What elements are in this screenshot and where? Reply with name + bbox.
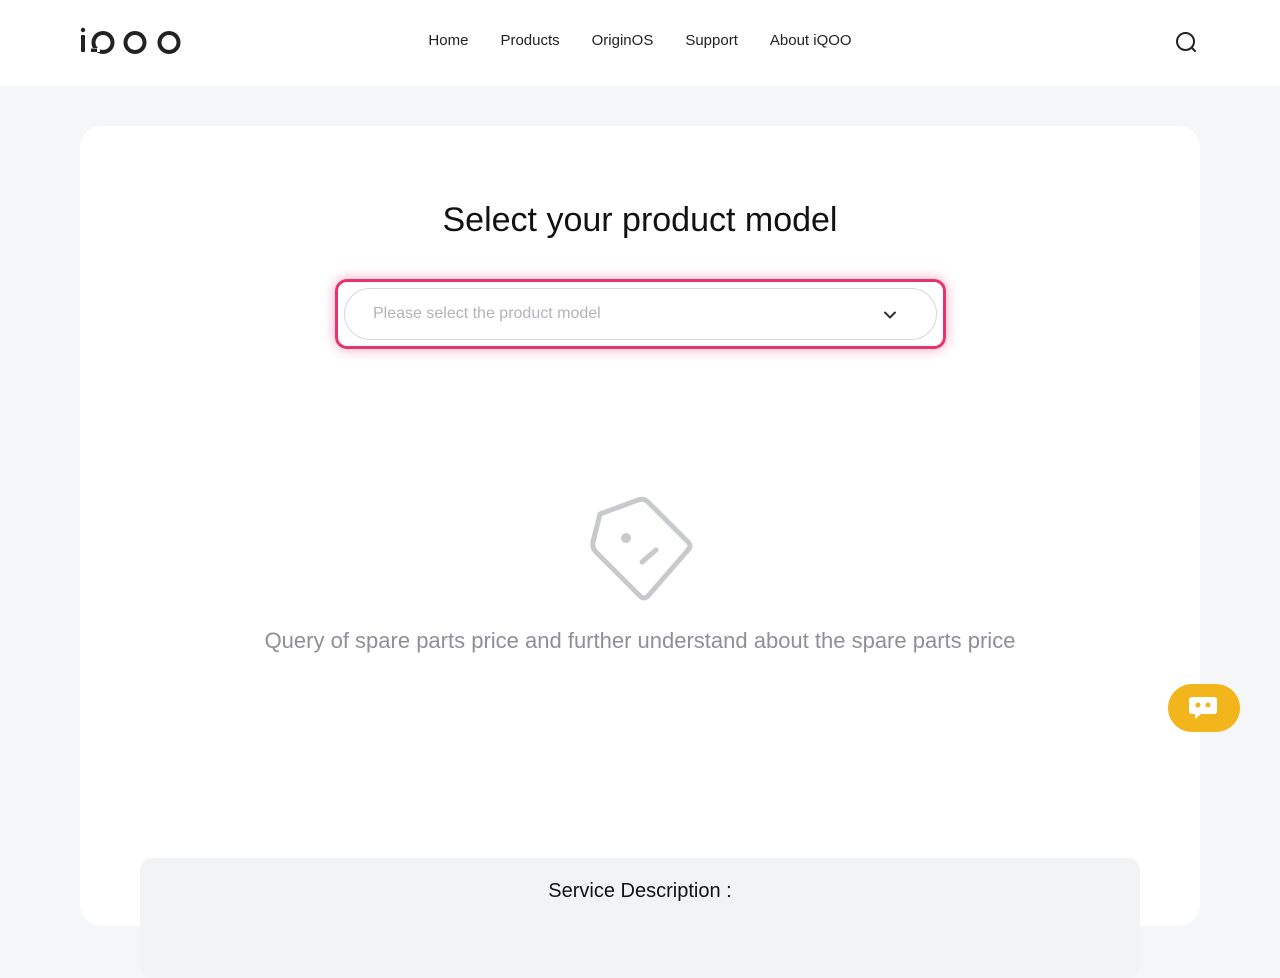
nav-home[interactable]: Home [428,30,468,52]
product-model-select[interactable]: Please select the product model [344,288,937,340]
content-card: Select your product model Please select … [80,126,1200,978]
service-description-title: Service Description : [548,880,732,902]
chevron-down-icon [884,311,896,319]
main-nav: Home Products OriginOS Support About iQO… [0,30,1280,52]
chat-bot-button[interactable] [1168,684,1240,732]
empty-state-text: Query of spare parts price and further u… [264,628,1016,653]
nav-products[interactable]: Products [500,30,559,52]
search-icon[interactable] [1172,28,1200,56]
site-header: Home Products OriginOS Support About iQO… [0,0,1280,86]
page-title: Select your product model [442,201,838,239]
nav-support[interactable]: Support [685,30,738,52]
service-description: Service Description : [140,858,1140,978]
chat-bot-icon [1189,697,1217,719]
select-placeholder: Please select the product model [373,305,601,322]
nav-originos[interactable]: OriginOS [592,30,654,52]
price-tag-icon [590,496,693,601]
nav-about[interactable]: About iQOO [770,30,852,52]
select-focus-ring: Please select the product model [335,279,946,349]
